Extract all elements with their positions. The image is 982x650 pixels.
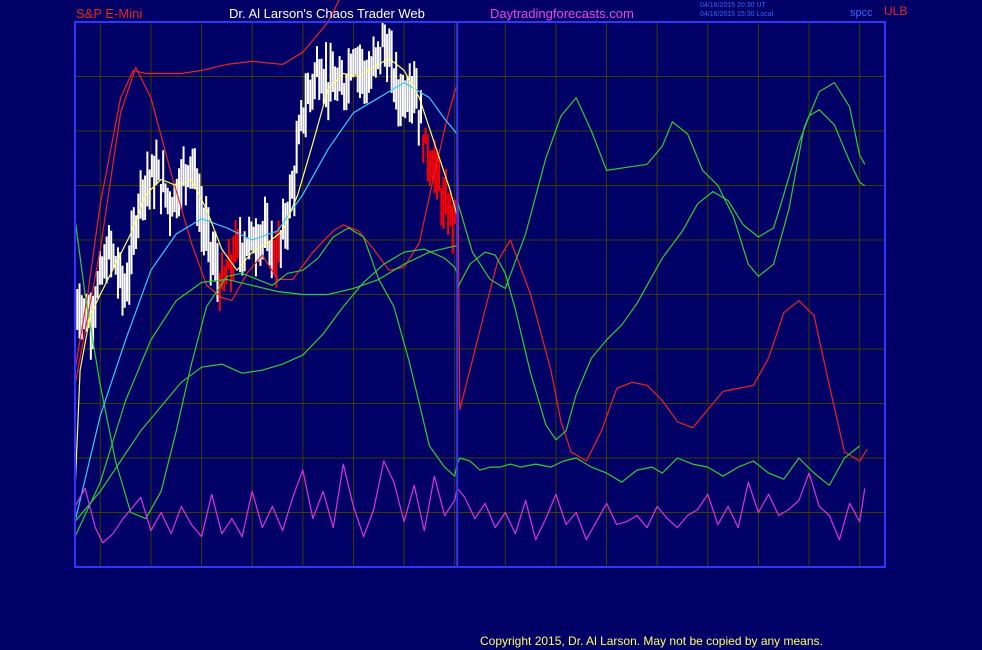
corner-label: spcc	[850, 7, 873, 19]
chaos-trader-chart: S&P E-Mini Dr. Al Larson's Chaos Trader …	[0, 0, 982, 650]
timestamp-local: 04/16/2015 15:30 Local	[700, 11, 774, 18]
timestamp-ut: 04/16/2015 20:30 UT	[700, 2, 766, 9]
copyright: Copyright 2015, Dr. Al Larson. May not b…	[480, 634, 823, 648]
site-title: Daytradingforecasts.com	[490, 6, 634, 21]
brand-title: Dr. Al Larson's Chaos Trader Web	[229, 6, 425, 21]
instrument-title: S&P E-Mini	[76, 6, 142, 21]
ulb-label: ULB	[884, 4, 907, 18]
chart-background	[0, 0, 982, 650]
